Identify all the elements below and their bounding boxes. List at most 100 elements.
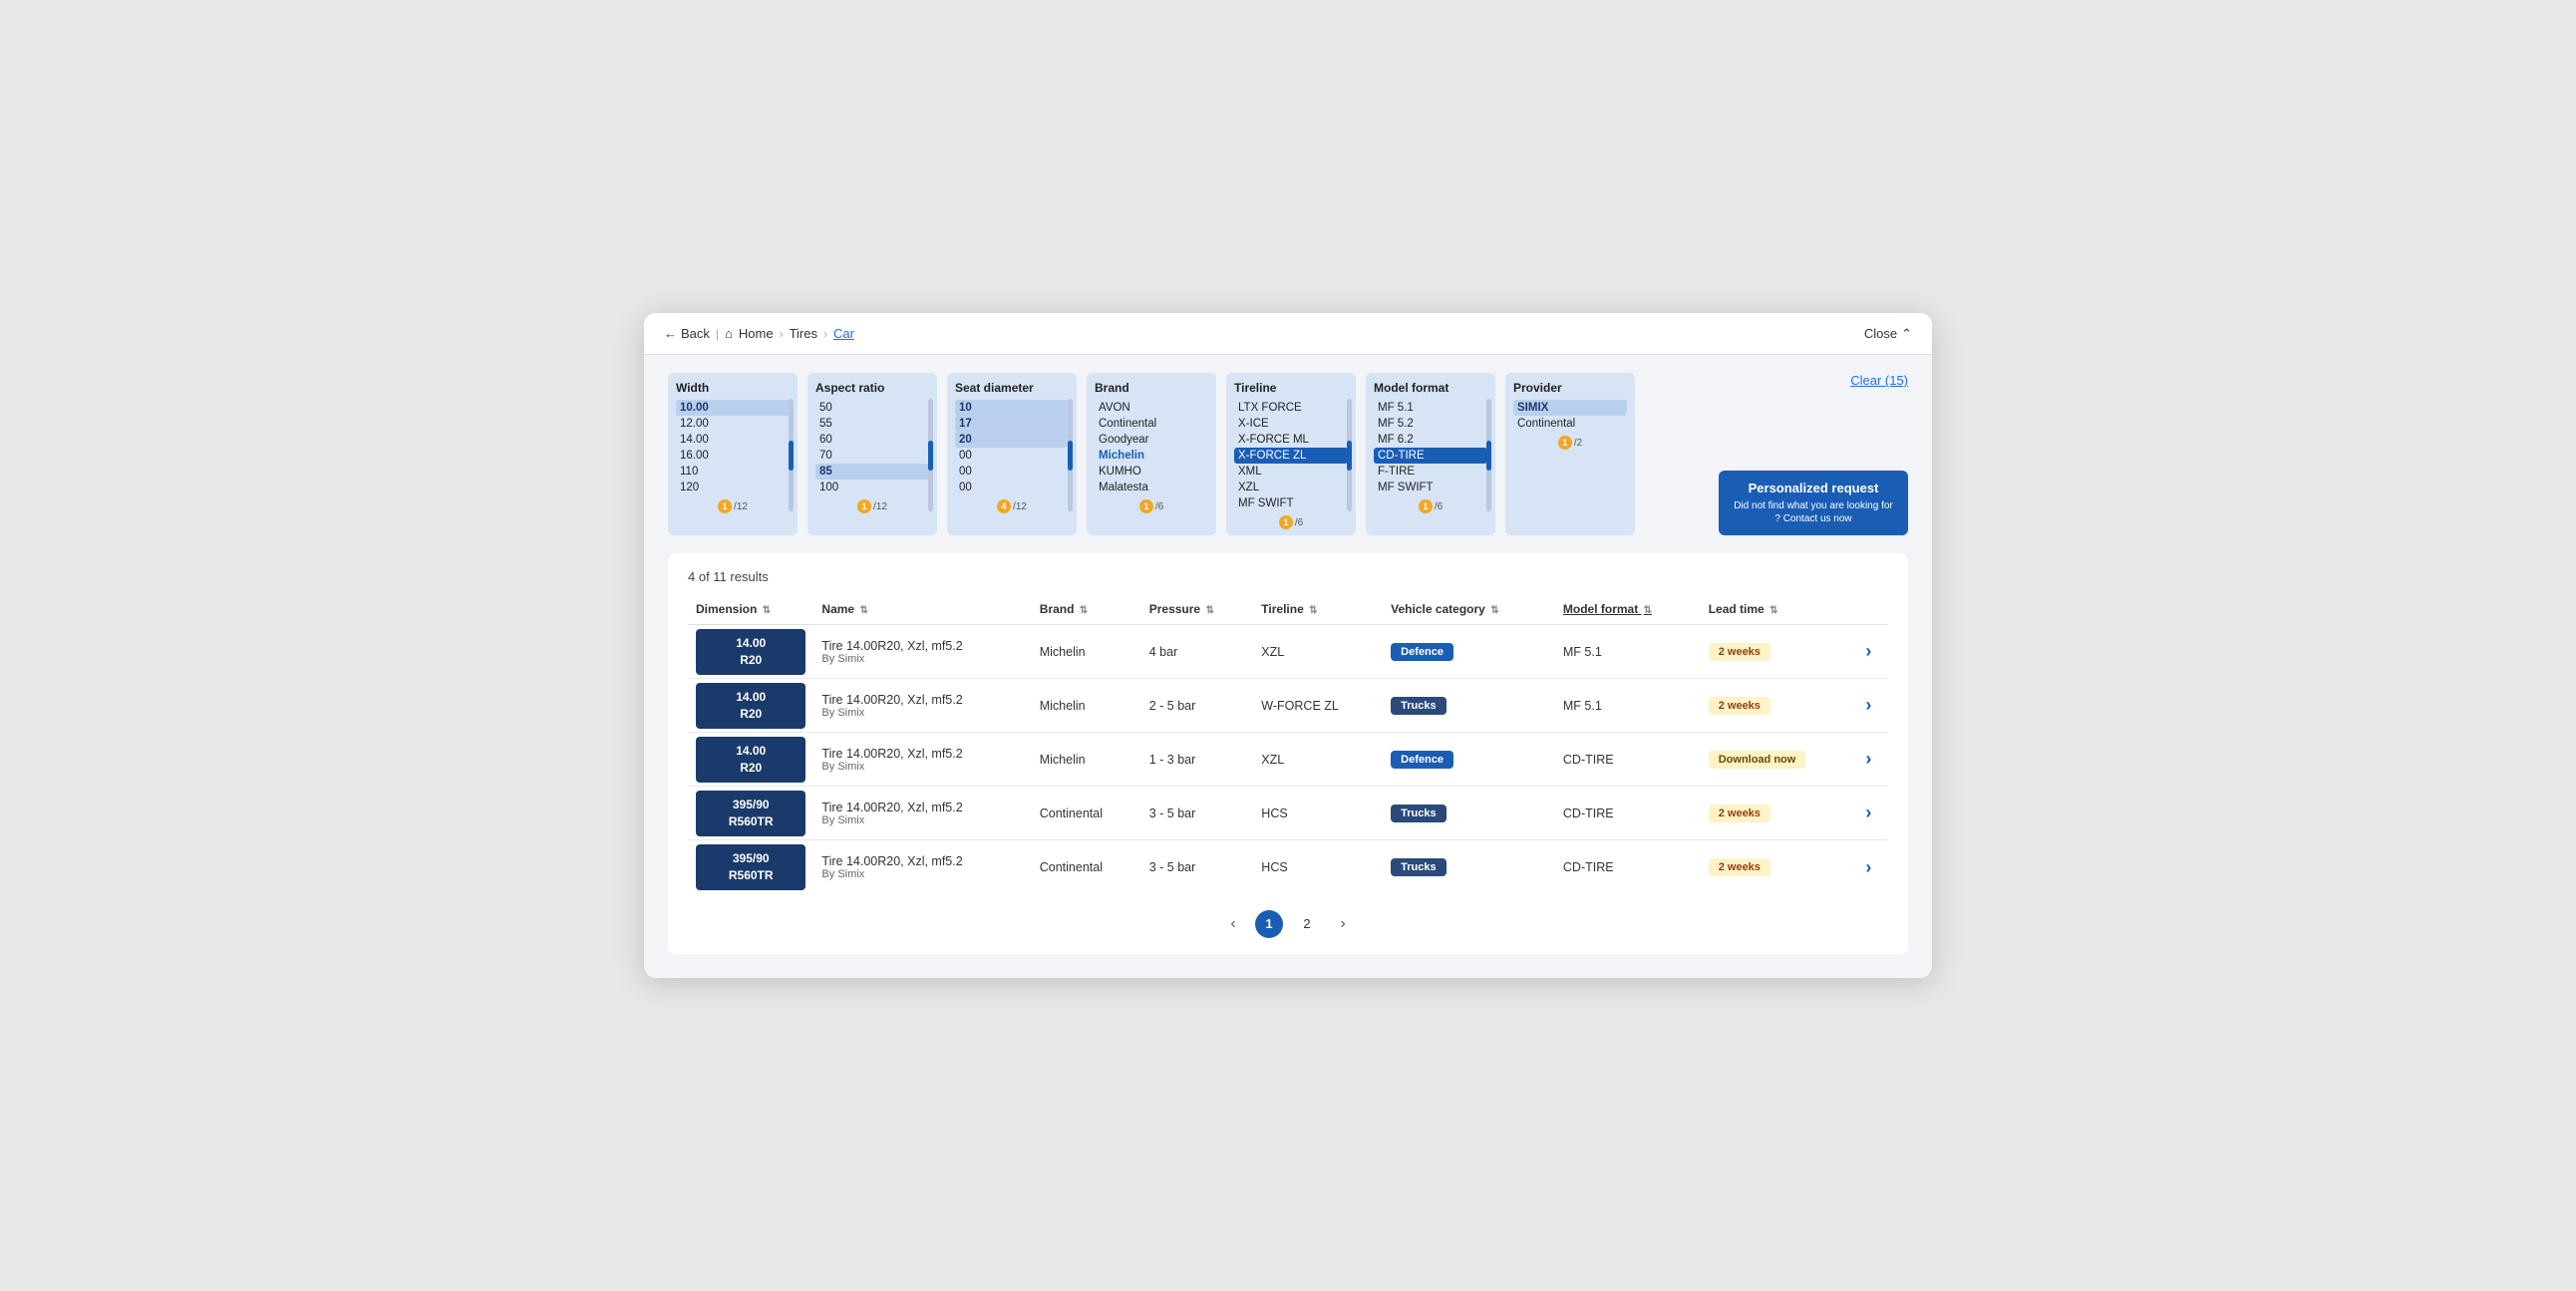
filter-ar-scrollbar[interactable]	[928, 399, 933, 511]
main-content: Width 10.00 12.00 14.00 16.00 110 120 1/…	[644, 355, 1932, 978]
filter-mf-scrollbar[interactable]	[1486, 399, 1491, 511]
filter-width-item-1[interactable]: 12.00	[676, 416, 790, 432]
cell-vehicle-2: Defence	[1383, 733, 1555, 787]
filter-ar-item-4[interactable]: 85	[815, 464, 929, 480]
breadcrumb-home[interactable]: Home	[739, 326, 774, 341]
cell-dimension-3: 395/90R560TR	[688, 787, 813, 840]
next-page-button[interactable]: ›	[1331, 912, 1355, 936]
back-arrow-icon: ←	[664, 326, 677, 341]
filter-sd-item-0[interactable]: 10	[955, 400, 1069, 416]
filter-width-item-4[interactable]: 110	[676, 464, 790, 480]
filter-mf-item-3[interactable]: CD-TIRE	[1374, 448, 1487, 464]
row-arrow-0[interactable]: ›	[1865, 641, 1871, 661]
filter-provider-item-0[interactable]: SIMIX	[1513, 400, 1627, 416]
sort-mf-icon: ⇅	[1644, 605, 1652, 616]
filter-sd-counter: 4/12	[955, 499, 1069, 513]
filter-ar-item-0[interactable]: 50	[815, 400, 929, 416]
cell-name-0: Tire 14.00R20, Xzl, mf5.2 By Simix	[813, 625, 1031, 679]
filter-tireline-scrollbar[interactable]	[1347, 399, 1352, 511]
filter-sd-item-5[interactable]: 00	[955, 480, 1069, 495]
filter-sd-scrollbar[interactable]	[1068, 399, 1073, 511]
cell-name-2: Tire 14.00R20, Xzl, mf5.2 By Simix	[813, 733, 1031, 787]
filter-mf-item-4[interactable]: F-TIRE	[1374, 464, 1487, 480]
filter-brand-item-2[interactable]: Goodyear	[1095, 432, 1208, 448]
table-row: 395/90R560TR Tire 14.00R20, Xzl, mf5.2 B…	[688, 840, 1888, 894]
breadcrumb-car[interactable]: Car	[833, 326, 854, 341]
page-1-button[interactable]: 1	[1255, 910, 1283, 938]
filter-provider-counter: 1/2	[1513, 436, 1627, 450]
filter-tireline-item-3[interactable]: X-FORCE ZL	[1234, 448, 1348, 464]
col-name[interactable]: Name ⇅	[813, 596, 1031, 625]
filter-sd-item-4[interactable]: 00	[955, 464, 1069, 480]
filter-tireline-item-6[interactable]: MF SWIFT	[1234, 495, 1348, 511]
page-2-button[interactable]: 2	[1293, 910, 1321, 938]
close-button[interactable]: Close ⌃	[1864, 326, 1912, 342]
filter-seat-diameter: Seat diameter 10 17 20 00 00 00 4/12	[947, 373, 1077, 535]
filter-tireline-item-2[interactable]: X-FORCE ML	[1234, 432, 1348, 448]
cell-tireline-2: XZL	[1253, 733, 1383, 787]
col-pressure[interactable]: Pressure ⇅	[1141, 596, 1254, 625]
row-arrow-3[interactable]: ›	[1865, 803, 1871, 822]
table-header-row: Dimension ⇅ Name ⇅ Brand ⇅ Pressure ⇅ Ti…	[688, 596, 1888, 625]
clear-button[interactable]: Clear (15)	[1850, 373, 1908, 388]
filter-width-item-0[interactable]: 10.00	[676, 400, 790, 416]
cell-arrow-4[interactable]: ›	[1857, 840, 1888, 894]
row-arrow-1[interactable]: ›	[1865, 695, 1871, 715]
col-model-format[interactable]: Model format ⇅	[1555, 596, 1701, 625]
cell-dimension-1: 14.00R20	[688, 679, 813, 733]
vehicle-badge-2: Defence	[1391, 751, 1453, 769]
row-arrow-4[interactable]: ›	[1865, 857, 1871, 877]
filter-tireline-item-0[interactable]: LTX FORCE	[1234, 400, 1348, 416]
cell-arrow-1[interactable]: ›	[1857, 679, 1888, 733]
cell-name-1: Tire 14.00R20, Xzl, mf5.2 By Simix	[813, 679, 1031, 733]
filter-mf-item-1[interactable]: MF 5.2	[1374, 416, 1487, 432]
filter-ar-item-1[interactable]: 55	[815, 416, 929, 432]
close-chevron-icon: ⌃	[1901, 326, 1912, 342]
cell-arrow-3[interactable]: ›	[1857, 787, 1888, 840]
filter-brand-item-4[interactable]: KUMHO	[1095, 464, 1208, 480]
filter-brand-item-3[interactable]: Michelin	[1095, 448, 1208, 464]
filter-brand-item-0[interactable]: AVON	[1095, 400, 1208, 416]
personalized-request-box[interactable]: Personalized request Did not find what y…	[1719, 471, 1908, 535]
filter-width-item-5[interactable]: 120	[676, 480, 790, 495]
cell-vehicle-3: Trucks	[1383, 787, 1555, 840]
filter-mf-item-2[interactable]: MF 6.2	[1374, 432, 1487, 448]
col-brand[interactable]: Brand ⇅	[1032, 596, 1141, 625]
filter-brand-item-1[interactable]: Continental	[1095, 416, 1208, 432]
filter-sd-item-1[interactable]: 17	[955, 416, 1069, 432]
filter-mf-item-0[interactable]: MF 5.1	[1374, 400, 1487, 416]
filter-tireline-item-4[interactable]: XML	[1234, 464, 1348, 480]
filter-sd-item-3[interactable]: 00	[955, 448, 1069, 464]
cell-tireline-1: W-FORCE ZL	[1253, 679, 1383, 733]
filter-width-item-3[interactable]: 16.00	[676, 448, 790, 464]
cell-arrow-2[interactable]: ›	[1857, 733, 1888, 787]
filter-mf-item-5[interactable]: MF SWIFT	[1374, 480, 1487, 495]
filter-ar-item-3[interactable]: 70	[815, 448, 929, 464]
sep3: ›	[823, 327, 827, 341]
col-dimension[interactable]: Dimension ⇅	[688, 596, 813, 625]
vehicle-badge-1: Trucks	[1391, 697, 1446, 715]
filter-provider-item-1[interactable]: Continental	[1513, 416, 1627, 432]
cell-lead-2: Download now	[1701, 733, 1858, 787]
prev-page-button[interactable]: ‹	[1221, 912, 1245, 936]
filter-tireline-item-5[interactable]: XZL	[1234, 480, 1348, 495]
filter-ar-item-5[interactable]: 100	[815, 480, 929, 495]
cell-lead-1: 2 weeks	[1701, 679, 1858, 733]
filter-brand-item-5[interactable]: Malatesta	[1095, 480, 1208, 495]
tire-name-1: Tire 14.00R20, Xzl, mf5.2	[821, 693, 1023, 707]
filter-tireline-item-1[interactable]: X-ICE	[1234, 416, 1348, 432]
filter-width-item-2[interactable]: 14.00	[676, 432, 790, 448]
col-tireline[interactable]: Tireline ⇅	[1253, 596, 1383, 625]
filter-width-scrollbar[interactable]	[789, 399, 794, 511]
filter-ar-item-2[interactable]: 60	[815, 432, 929, 448]
results-table: Dimension ⇅ Name ⇅ Brand ⇅ Pressure ⇅ Ti…	[688, 596, 1888, 894]
filter-ar-badge: 1	[857, 499, 871, 513]
row-arrow-2[interactable]: ›	[1865, 749, 1871, 769]
col-lead-time[interactable]: Lead time ⇅	[1701, 596, 1858, 625]
breadcrumb-tires[interactable]: Tires	[790, 326, 817, 341]
back-button[interactable]: ← Back	[664, 326, 710, 341]
cell-arrow-0[interactable]: ›	[1857, 625, 1888, 679]
cell-tireline-4: HCS	[1253, 840, 1383, 894]
filter-sd-item-2[interactable]: 20	[955, 432, 1069, 448]
col-vehicle-category[interactable]: Vehicle category ⇅	[1383, 596, 1555, 625]
